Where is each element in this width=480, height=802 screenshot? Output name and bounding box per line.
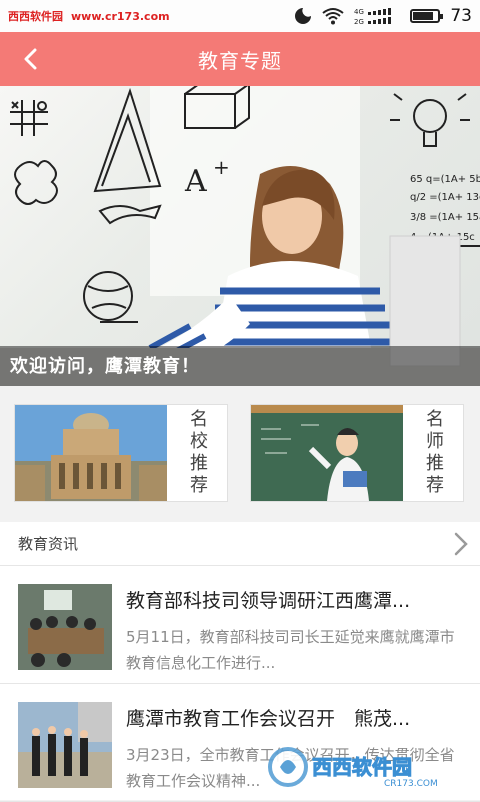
battery-percent: 73 — [450, 6, 472, 26]
banner[interactable]: A + 65 q=(1A+ 5b) q/2 =(1A+ 13c 3/8 =(1A… — [0, 86, 480, 386]
famous-schools-image — [15, 405, 167, 501]
do-not-disturb-icon — [294, 7, 312, 25]
news-item[interactable]: 教育部科技司领导调研江西鹰潭... 5月11日，教育部科技司司长王延觉来鹰就鹰潭… — [0, 566, 480, 684]
news-section-title: 教育资讯 — [18, 533, 78, 554]
watermark-brand: 西西软件园 — [312, 755, 412, 779]
wifi-icon — [322, 7, 344, 25]
network-bottom-label: 2G — [354, 18, 364, 26]
news-section-header[interactable]: 教育资讯 — [0, 522, 480, 566]
signal-icon: 4G 2G — [354, 6, 400, 26]
svg-text:65 q=(1A+ 5b): 65 q=(1A+ 5b) — [410, 174, 480, 185]
famous-teachers-image — [251, 405, 403, 501]
news-summary: 5月11日，教育部科技司司长王延觉来鹰就鹰潭市教育信息化工作进行... — [126, 624, 464, 676]
famous-schools-card[interactable]: 名校推荐 — [14, 404, 228, 502]
watermark-url: CR173.COM — [384, 779, 438, 789]
news-thumbnail — [18, 584, 112, 670]
status-watermark: 西西软件园 — [8, 8, 63, 24]
svg-text:q/2 =(1A+ 13c: q/2 =(1A+ 13c — [410, 192, 480, 203]
app-bar: 教育专题 — [0, 32, 480, 86]
famous-schools-label: 名校推荐 — [184, 409, 210, 497]
status-bar: 西西软件园 www.cr173.com 4G 2G 73 — [0, 0, 480, 32]
news-title: 教育部科技司领导调研江西鹰潭... — [126, 586, 466, 613]
status-left: 西西软件园 www.cr173.com — [8, 8, 170, 24]
news-thumbnail — [18, 702, 112, 788]
famous-teachers-label: 名师推荐 — [420, 409, 446, 497]
recommend-row: 名校推荐 名师推荐 — [0, 386, 480, 522]
famous-schools-label-wrap: 名校推荐 — [167, 405, 227, 501]
banner-image: A + 65 q=(1A+ 5b) q/2 =(1A+ 13c 3/8 =(1A… — [0, 86, 480, 386]
svg-text:3/8 =(1A+ 15a: 3/8 =(1A+ 15a — [410, 212, 480, 223]
famous-teachers-label-wrap: 名师推荐 — [403, 405, 463, 501]
svg-text:A: A — [184, 164, 207, 199]
network-top-label: 4G — [354, 8, 364, 16]
page-title: 教育专题 — [198, 45, 282, 74]
battery-fill — [413, 12, 432, 20]
chevron-right-icon[interactable] — [448, 530, 472, 558]
news-title: 鹰潭市教育工作会议召开 熊茂... — [126, 704, 466, 731]
banner-caption: 欢迎访问，鹰潭教育！ — [10, 352, 200, 378]
svg-text:+: + — [213, 155, 230, 179]
watermark-logo: 西西软件园 CR173.COM — [266, 744, 462, 790]
status-right: 4G 2G 73 — [294, 6, 472, 26]
battery-icon — [410, 9, 440, 23]
famous-teachers-card[interactable]: 名师推荐 — [250, 404, 464, 502]
chevron-left-icon — [22, 48, 38, 70]
back-button[interactable] — [10, 40, 50, 78]
status-url: www.cr173.com — [71, 10, 170, 23]
